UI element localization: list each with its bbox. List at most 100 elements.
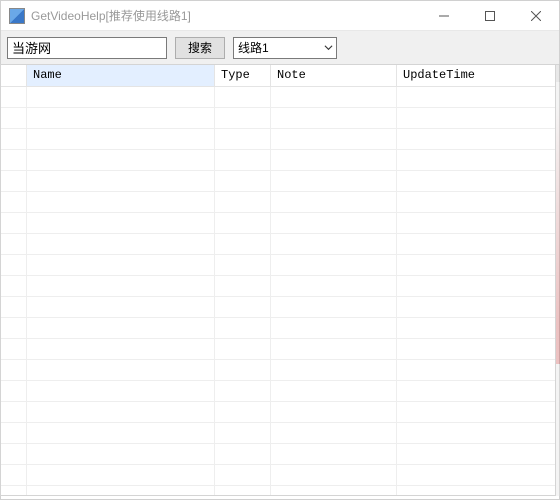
row-header-corner — [1, 65, 27, 86]
maximize-button[interactable] — [467, 1, 513, 31]
minimize-button[interactable] — [421, 1, 467, 31]
cell-updatetime — [397, 129, 555, 149]
table-row[interactable] — [1, 129, 555, 150]
cell-type — [215, 276, 271, 296]
cell-updatetime — [397, 108, 555, 128]
cell-type — [215, 255, 271, 275]
cell-updatetime — [397, 276, 555, 296]
results-table: Name Type Note UpdateTime — [0, 64, 556, 496]
cell-name — [27, 486, 215, 495]
col-header-type[interactable]: Type — [215, 65, 271, 86]
row-header — [1, 213, 27, 233]
cell-note — [271, 276, 397, 296]
table-row[interactable] — [1, 486, 555, 495]
cell-name — [27, 318, 215, 338]
row-header — [1, 318, 27, 338]
cell-updatetime — [397, 360, 555, 380]
cell-updatetime — [397, 87, 555, 107]
cell-note — [271, 192, 397, 212]
table-row[interactable] — [1, 318, 555, 339]
table-row[interactable] — [1, 276, 555, 297]
cell-note — [271, 129, 397, 149]
row-header — [1, 297, 27, 317]
table-row[interactable] — [1, 108, 555, 129]
window-title: GetVideoHelp[推荐使用线路1] — [31, 7, 191, 24]
cell-name — [27, 402, 215, 422]
table-row[interactable] — [1, 213, 555, 234]
cell-note — [271, 444, 397, 464]
table-row[interactable] — [1, 297, 555, 318]
cell-name — [27, 255, 215, 275]
route-select-wrap: 线路1 — [233, 37, 337, 59]
row-header — [1, 402, 27, 422]
cell-type — [215, 465, 271, 485]
search-button[interactable]: 搜索 — [175, 37, 225, 59]
route-select[interactable]: 线路1 — [233, 37, 337, 59]
row-header — [1, 465, 27, 485]
col-header-name[interactable]: Name — [27, 65, 215, 86]
cell-note — [271, 171, 397, 191]
row-header — [1, 150, 27, 170]
row-header — [1, 234, 27, 254]
cell-updatetime — [397, 486, 555, 495]
col-header-updatetime[interactable]: UpdateTime — [397, 65, 555, 86]
row-header — [1, 108, 27, 128]
cell-name — [27, 465, 215, 485]
row-header — [1, 255, 27, 275]
table-row[interactable] — [1, 402, 555, 423]
cell-updatetime — [397, 381, 555, 401]
cell-name — [27, 423, 215, 443]
cell-updatetime — [397, 297, 555, 317]
cell-note — [271, 87, 397, 107]
cell-note — [271, 108, 397, 128]
cell-type — [215, 402, 271, 422]
cell-type — [215, 171, 271, 191]
cell-note — [271, 423, 397, 443]
cell-type — [215, 444, 271, 464]
cell-type — [215, 318, 271, 338]
cell-type — [215, 150, 271, 170]
cell-note — [271, 486, 397, 495]
table-row[interactable] — [1, 234, 555, 255]
cell-name — [27, 381, 215, 401]
table-row[interactable] — [1, 360, 555, 381]
cell-name — [27, 213, 215, 233]
row-header — [1, 381, 27, 401]
cell-type — [215, 213, 271, 233]
cell-note — [271, 402, 397, 422]
table-row[interactable] — [1, 339, 555, 360]
table-row[interactable] — [1, 87, 555, 108]
cell-name — [27, 108, 215, 128]
cell-name — [27, 129, 215, 149]
cell-type — [215, 297, 271, 317]
table-row[interactable] — [1, 423, 555, 444]
table-row[interactable] — [1, 444, 555, 465]
cell-type — [215, 360, 271, 380]
cell-type — [215, 486, 271, 495]
table-row[interactable] — [1, 171, 555, 192]
search-input[interactable] — [7, 37, 167, 59]
cell-type — [215, 381, 271, 401]
table-row[interactable] — [1, 381, 555, 402]
row-header — [1, 486, 27, 495]
cell-type — [215, 234, 271, 254]
cell-note — [271, 150, 397, 170]
close-button[interactable] — [513, 1, 559, 31]
titlebar: GetVideoHelp[推荐使用线路1] — [1, 1, 559, 31]
cell-note — [271, 360, 397, 380]
table-row[interactable] — [1, 465, 555, 486]
col-header-note[interactable]: Note — [271, 65, 397, 86]
cell-name — [27, 297, 215, 317]
cell-updatetime — [397, 171, 555, 191]
table-row[interactable] — [1, 255, 555, 276]
table-row[interactable] — [1, 192, 555, 213]
cell-type — [215, 129, 271, 149]
cell-note — [271, 234, 397, 254]
cell-note — [271, 465, 397, 485]
row-header — [1, 339, 27, 359]
table-row[interactable] — [1, 150, 555, 171]
cell-type — [215, 423, 271, 443]
cell-note — [271, 318, 397, 338]
cell-note — [271, 381, 397, 401]
cell-name — [27, 87, 215, 107]
